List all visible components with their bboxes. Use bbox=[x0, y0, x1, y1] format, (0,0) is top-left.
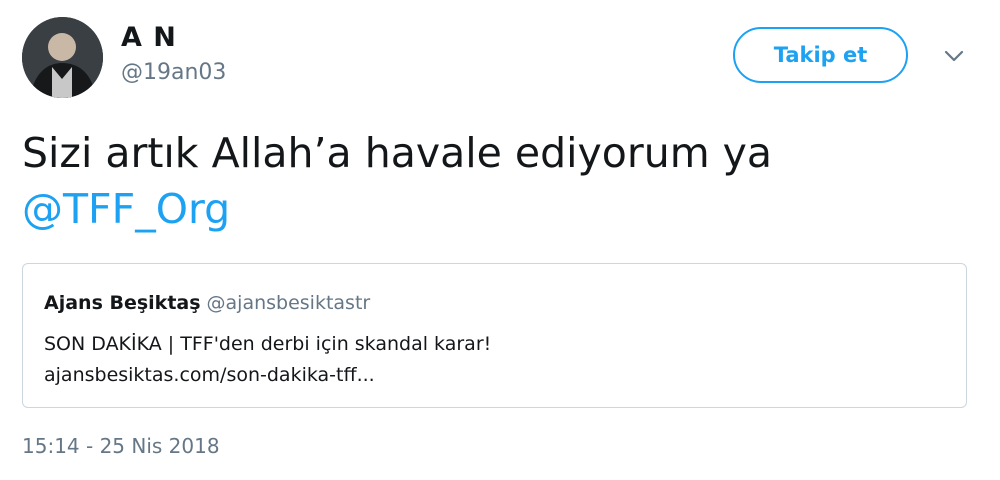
tweet: A N @19an03 Takip et Sizi artık Allah’a … bbox=[0, 0, 1000, 480]
quoted-tweet-header: Ajans Beşiktaş @ajansbesiktastr bbox=[44, 292, 370, 314]
quoted-tweet-handle: @ajansbesiktastr bbox=[206, 292, 371, 314]
display-name[interactable]: A N bbox=[121, 22, 177, 53]
avatar[interactable] bbox=[22, 17, 103, 98]
tweet-text-line: Sizi artık Allah’a havale ediyorum ya bbox=[22, 129, 773, 177]
tweet-text: Sizi artık Allah’a havale ediyorum ya @T… bbox=[22, 125, 962, 237]
quoted-tweet-link: ajansbesiktas.com/son-dakika-tff... bbox=[44, 364, 375, 386]
quoted-tweet-text: SON DAKİKA | TFF'den derbi için skandal … bbox=[44, 329, 491, 391]
quoted-tweet-text-line: SON DAKİKA | TFF'den derbi için skandal … bbox=[44, 333, 492, 355]
user-handle[interactable]: @19an03 bbox=[121, 60, 226, 85]
chevron-down-icon[interactable] bbox=[938, 42, 970, 72]
tweet-timestamp[interactable]: 15:14 - 25 Nis 2018 bbox=[22, 434, 220, 458]
quoted-tweet-author: Ajans Beşiktaş bbox=[44, 292, 201, 314]
mention-link[interactable]: @TFF_Org bbox=[22, 185, 230, 233]
avatar-photo bbox=[22, 17, 103, 98]
quoted-tweet-card[interactable]: Ajans Beşiktaş @ajansbesiktastr SON DAKİK… bbox=[22, 263, 967, 408]
follow-button[interactable]: Takip et bbox=[733, 27, 908, 83]
